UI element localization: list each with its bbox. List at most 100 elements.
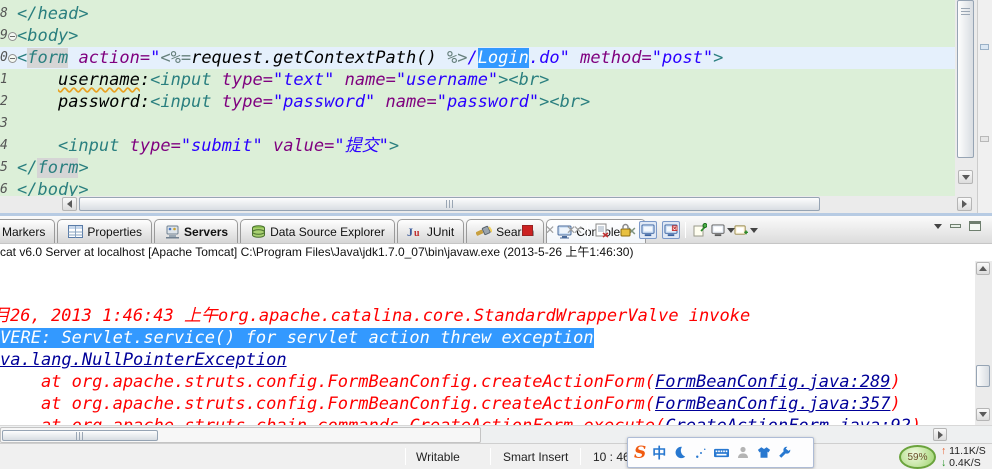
clear-console-icon	[595, 223, 609, 238]
line-number: 3	[0, 116, 8, 131]
terminate-icon	[521, 224, 533, 236]
writable-status: Writable	[416, 450, 460, 464]
console-vscroll-thumb[interactable]	[976, 365, 990, 387]
console-vscroll-up-button[interactable]	[976, 262, 990, 275]
pin-console-button[interactable]	[691, 221, 709, 239]
stack-frame-text: )	[890, 372, 901, 392]
minimize-icon[interactable]	[950, 224, 961, 228]
occurrence-marker[interactable]	[980, 44, 989, 50]
exception-link[interactable]: va.lang.NullPointerException	[0, 350, 287, 370]
keyboard-icon[interactable]	[714, 445, 730, 460]
code-line[interactable]: 5 </form>	[0, 157, 955, 179]
tab-servers[interactable]: Servers	[154, 219, 239, 243]
code-line[interactable]: 2 password:<input type="password" name="…	[0, 91, 955, 113]
toolbar-separator	[587, 222, 588, 238]
scroll-lock-button[interactable]	[616, 221, 634, 239]
toolbar-separator	[685, 222, 686, 238]
moon-icon[interactable]	[672, 445, 687, 460]
code-text: </body>	[17, 180, 89, 196]
show-on-stderr-icon	[664, 223, 678, 236]
ime-language-toggle[interactable]: 中	[652, 443, 666, 463]
source-file-link[interactable]: FormBeanConfig.java:289	[655, 372, 890, 392]
fold-collapse-icon[interactable]	[8, 47, 17, 69]
brush-icon[interactable]	[693, 445, 708, 460]
fold-gutter	[8, 135, 17, 157]
shirt-icon[interactable]	[756, 445, 771, 460]
code-text: <body>	[17, 26, 79, 46]
view-menu-icon[interactable]	[934, 223, 942, 229]
code-line[interactable]: 4 <input type="submit" value="提交">	[0, 135, 955, 157]
editor-pane[interactable]: 8 </head> 9 <body> 0 <form action="<%=request…	[0, 0, 992, 213]
remove-launch-button[interactable]: ✕	[541, 221, 559, 239]
sogou-logo-icon[interactable]: S	[634, 443, 646, 463]
fold-gutter	[8, 69, 17, 91]
console-horizontal-scrollbar[interactable]	[0, 425, 992, 443]
fold-collapse-icon[interactable]	[8, 25, 17, 47]
editor-vertical-scrollbar[interactable]	[955, 0, 977, 196]
upload-speed: 11.1K/S	[949, 445, 986, 457]
code-line[interactable]: 8 </head>	[0, 3, 955, 25]
tab-junit[interactable]: Ju JUnit	[396, 219, 465, 243]
properties-icon	[67, 224, 83, 240]
console-hscroll-right-button[interactable]	[933, 428, 947, 441]
code-line[interactable]: 1 username:<input type="text" name="user…	[0, 69, 955, 91]
editor-hscroll-thumb[interactable]	[79, 197, 820, 211]
source-file-link[interactable]: FormBeanConfig.java:357	[655, 394, 890, 414]
code-text: </head>	[17, 4, 89, 24]
source-file-link[interactable]: CreateActionForm.java:92	[665, 416, 911, 425]
maximize-icon[interactable]	[969, 221, 981, 231]
show-on-stderr-button[interactable]	[662, 221, 680, 239]
person-icon[interactable]	[735, 445, 750, 460]
download-arrow-icon: ↓	[941, 457, 947, 469]
display-selected-console-icon	[711, 223, 735, 237]
view-tabbar: Markers Properties Servers Data Source Expl…	[0, 216, 992, 244]
code-line[interactable]: 6 </body>	[0, 179, 955, 196]
code-area[interactable]: 8 </head> 9 <body> 0 <form action="<%=request…	[0, 0, 955, 196]
tab-markers[interactable]: Markers	[0, 219, 56, 243]
ime-toolbar[interactable]: S 中	[627, 437, 814, 468]
status-bar: Writable Smart Insert 10 : 46 S 中 59% ↑ …	[0, 437, 992, 469]
console-toolbar: ✕ ✕✕	[518, 219, 758, 241]
editor-vscroll-thumb[interactable]	[957, 0, 974, 158]
console-vertical-scrollbar[interactable]	[975, 261, 992, 425]
occurrence-marker[interactable]	[980, 136, 989, 142]
console-hscroll-track[interactable]	[0, 427, 481, 443]
editor-hscroll-right-button[interactable]	[957, 197, 972, 211]
pin-console-icon	[693, 223, 707, 237]
tab-data-source-explorer[interactable]: Data Source Explorer	[240, 219, 395, 243]
insert-mode-status: Smart Insert	[503, 450, 569, 464]
code-text: <input type="submit" value="提交">	[57, 136, 400, 156]
editor-vscroll-down-button[interactable]	[958, 170, 973, 184]
editor-horizontal-scrollbar[interactable]	[0, 196, 977, 213]
remove-all-terminated-button[interactable]: ✕✕	[564, 221, 583, 239]
arrow-right-icon	[937, 430, 943, 439]
clear-console-button[interactable]	[593, 221, 611, 239]
code-line[interactable]: 3	[0, 113, 955, 135]
tab-label: JUnit	[426, 224, 455, 239]
display-selected-console-button[interactable]	[711, 221, 735, 239]
line-number: 8	[0, 6, 8, 21]
console-line: at org.apache.struts.chain.commands.Crea…	[0, 415, 992, 425]
console-output[interactable]: 月26, 2013 1:46:43 上午org.apache.catalina.…	[0, 261, 992, 425]
tab-properties[interactable]: Properties	[57, 219, 153, 243]
open-console-button[interactable]	[734, 221, 758, 239]
code-line[interactable]: 9 <body>	[0, 25, 955, 47]
network-speed-indicator: ↑ 11.1K/S ↓ 0.4K/S	[941, 445, 986, 469]
wrench-icon[interactable]	[777, 445, 792, 460]
overview-ruler[interactable]	[977, 0, 992, 213]
line-number: 1	[0, 72, 8, 87]
line-number: 4	[0, 138, 8, 153]
console-hscroll-thumb[interactable]	[2, 430, 158, 441]
editor-hscroll-left-button[interactable]	[62, 197, 77, 211]
tab-label: Data Source Explorer	[270, 224, 385, 239]
download-speed: 0.4K/S	[949, 457, 981, 469]
arrow-left-icon	[67, 200, 72, 208]
console-vscroll-down-button[interactable]	[976, 408, 990, 421]
remove-all-terminated-icon: ✕✕	[565, 223, 583, 237]
scroll-grip-icon	[961, 7, 970, 15]
show-on-stdout-button[interactable]	[639, 221, 657, 239]
scroll-grip-icon	[445, 200, 454, 208]
terminate-button[interactable]	[518, 221, 536, 239]
code-line[interactable]: 0 <form action="<%=request.getContextPath…	[0, 47, 955, 69]
stack-frame-text: )	[911, 416, 921, 425]
